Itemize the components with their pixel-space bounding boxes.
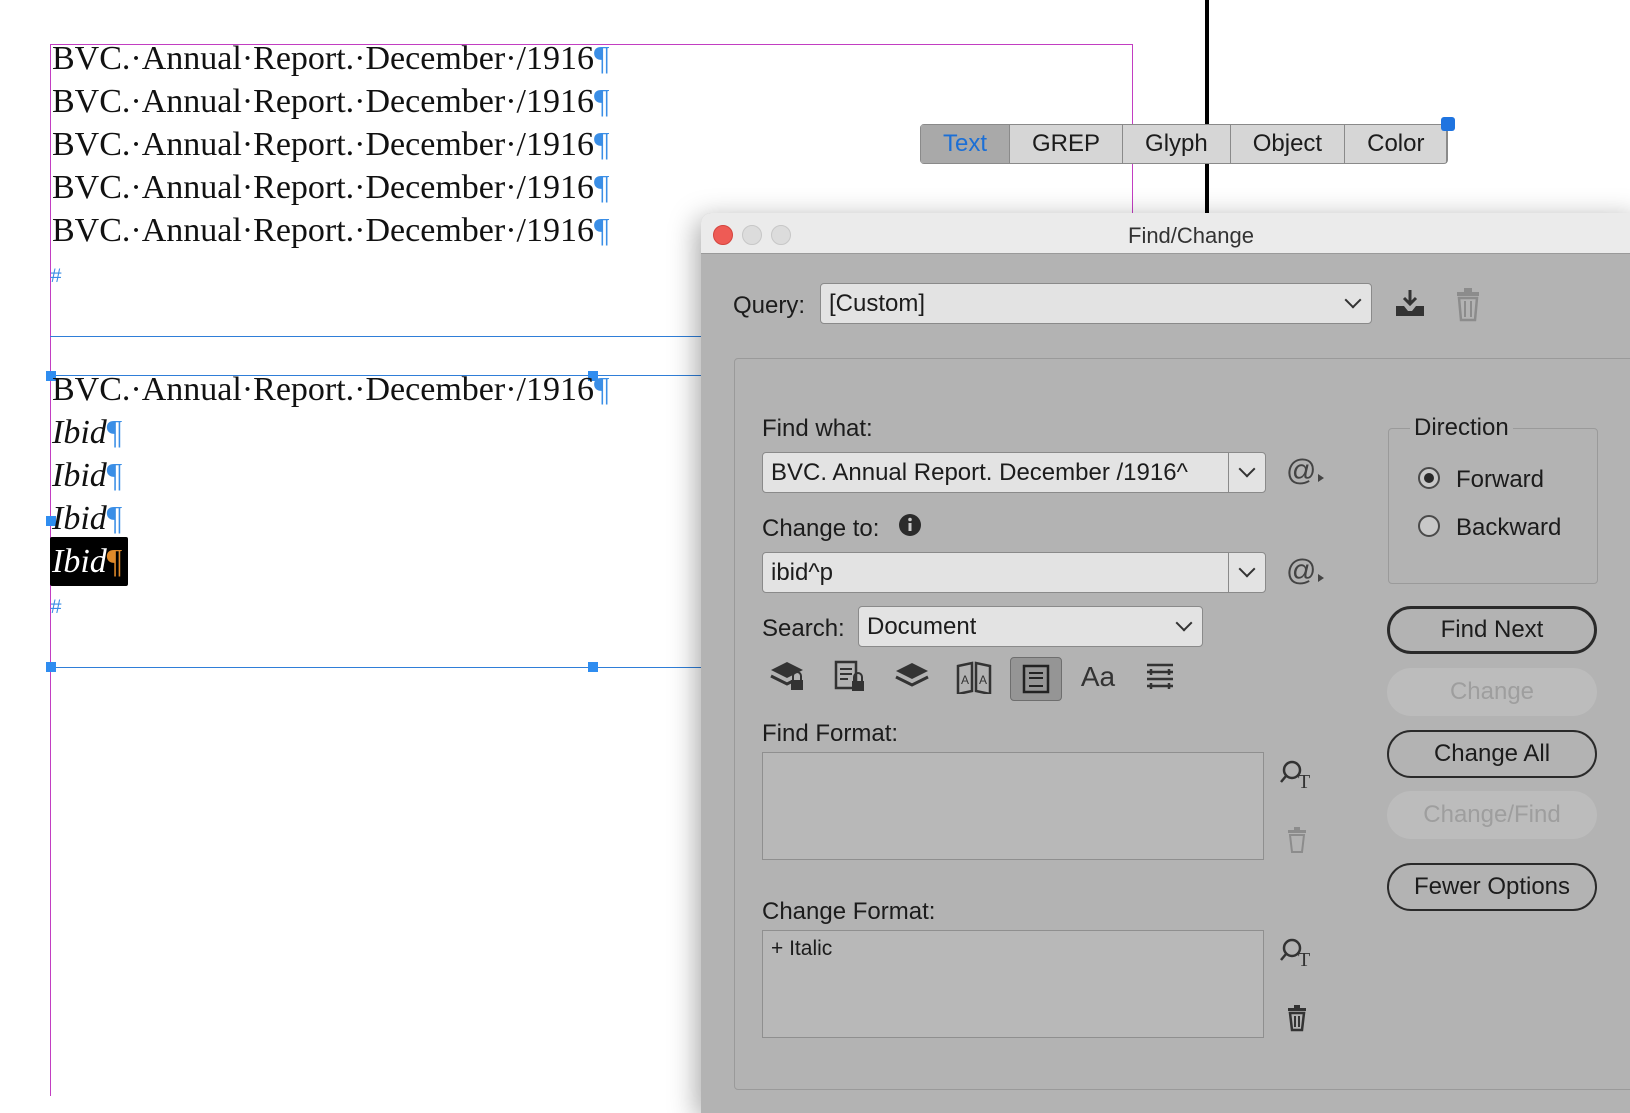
find-format-box[interactable] [762, 752, 1264, 860]
special-char-icon[interactable]: @ [1286, 554, 1326, 588]
pilcrow-icon: ¶ [593, 126, 610, 163]
change-format-box[interactable]: + Italic [762, 930, 1264, 1038]
search-scope-select[interactable]: Document [858, 606, 1203, 647]
text-line[interactable]: Ibid¶ [52, 502, 122, 536]
text-line[interactable]: BVC.·Annual·Report.·December·/1916¶ [52, 171, 609, 205]
find-what-input[interactable]: BVC. Annual Report. December /1916^ [762, 452, 1266, 493]
text-line[interactable]: BVC.·Annual·Report.·December·/1916¶ [52, 128, 609, 162]
include-locked-layers-icon[interactable] [766, 655, 810, 699]
clear-format-icon[interactable] [1286, 826, 1308, 859]
chevron-down-icon[interactable] [1228, 553, 1265, 592]
whole-word-icon[interactable] [1138, 655, 1182, 699]
include-hidden-layers-icon[interactable] [890, 655, 934, 699]
pilcrow-icon: ¶ [593, 212, 610, 249]
svg-text:T: T [1298, 949, 1310, 970]
save-query-icon[interactable] [1392, 286, 1428, 325]
pilcrow-icon: ¶ [106, 500, 123, 537]
search-type-tabs: Text GREP Glyph Object Color [920, 117, 1456, 164]
text-line[interactable]: BVC.·Annual·Report.·December·/1916¶ [52, 85, 609, 119]
query-label: Query: [733, 292, 806, 319]
frame-edge [50, 336, 701, 337]
find-format-icon[interactable]: T [1280, 758, 1316, 797]
find-format-label: Find Format: [762, 720, 899, 747]
direction-group [1388, 428, 1598, 584]
frame-edge [50, 667, 701, 668]
fewer-options-button[interactable]: Fewer Options [1387, 863, 1597, 911]
format-item: + Italic [771, 937, 833, 960]
case-sensitive-icon[interactable]: Aa [1076, 655, 1120, 699]
include-footnotes-icon[interactable] [1010, 657, 1062, 701]
direction-forward-label[interactable]: Forward [1456, 466, 1544, 494]
pilcrow-icon: ¶ [106, 543, 123, 580]
delete-query-icon[interactable] [1454, 286, 1482, 327]
end-of-story-marker: # [50, 597, 63, 620]
tab-grep[interactable]: GREP [1010, 125, 1124, 163]
frame-handle[interactable] [46, 662, 56, 672]
svg-text:A: A [979, 673, 987, 687]
pilcrow-icon: ¶ [593, 371, 610, 408]
change-button[interactable]: Change [1387, 668, 1597, 716]
tab-glyph[interactable]: Glyph [1123, 125, 1231, 163]
svg-text:T: T [1298, 771, 1310, 792]
change-find-button[interactable]: Change/Find [1387, 791, 1597, 839]
end-of-story-marker: # [50, 266, 63, 289]
pilcrow-icon: ¶ [106, 457, 123, 494]
pilcrow-icon: ¶ [593, 40, 610, 77]
selected-text-line[interactable]: Ibid¶ [50, 537, 129, 586]
direction-forward-radio[interactable] [1418, 467, 1440, 489]
text-line[interactable]: BVC.·Annual·Report.·December·/1916¶ [52, 373, 609, 407]
include-locked-stories-icon[interactable] [828, 655, 872, 699]
dialog-titlebar[interactable]: Find/Change [701, 213, 1630, 254]
text-line[interactable]: BVC.·Annual·Report.·December·/1916¶ [52, 214, 609, 248]
frame-handle[interactable] [588, 662, 598, 672]
page-spine [1205, 0, 1209, 230]
tab-color[interactable]: Color [1345, 125, 1448, 163]
direction-backward-label[interactable]: Backward [1456, 514, 1561, 542]
find-what-label: Find what: [762, 415, 873, 442]
svg-text:A: A [961, 673, 969, 687]
change-to-label: Change to: [762, 515, 880, 542]
pilcrow-icon: ¶ [593, 169, 610, 206]
clear-format-icon[interactable] [1286, 1004, 1308, 1037]
tab-text[interactable]: Text [921, 125, 1011, 163]
query-select[interactable]: [Custom] [820, 283, 1372, 324]
special-char-icon[interactable]: @ [1286, 454, 1326, 488]
tab-object[interactable]: Object [1231, 125, 1346, 163]
text-line[interactable]: Ibid¶ [52, 459, 122, 493]
direction-backward-radio[interactable] [1418, 515, 1440, 537]
find-format-icon[interactable]: T [1280, 936, 1316, 975]
chevron-down-icon [1166, 607, 1202, 646]
chevron-down-icon [1335, 284, 1371, 323]
direction-label: Direction [1410, 414, 1513, 442]
info-icon [898, 513, 922, 542]
change-to-input[interactable]: ibid^p [762, 552, 1266, 593]
chevron-down-icon[interactable] [1228, 453, 1265, 492]
pilcrow-icon: ¶ [593, 83, 610, 120]
text-line[interactable]: BVC.·Annual·Report.·December·/1916¶ [52, 42, 609, 76]
find-next-button[interactable]: Find Next [1387, 606, 1597, 654]
search-label: Search: [762, 615, 845, 642]
include-master-pages-icon[interactable]: AA [952, 655, 996, 699]
text-line[interactable]: Ibid¶ [52, 416, 122, 450]
change-all-button[interactable]: Change All [1387, 730, 1597, 778]
change-format-label: Change Format: [762, 898, 936, 925]
dialog-title: Find/Change [1128, 223, 1254, 248]
pilcrow-icon: ¶ [106, 414, 123, 451]
resize-handle-icon[interactable] [1441, 117, 1456, 131]
